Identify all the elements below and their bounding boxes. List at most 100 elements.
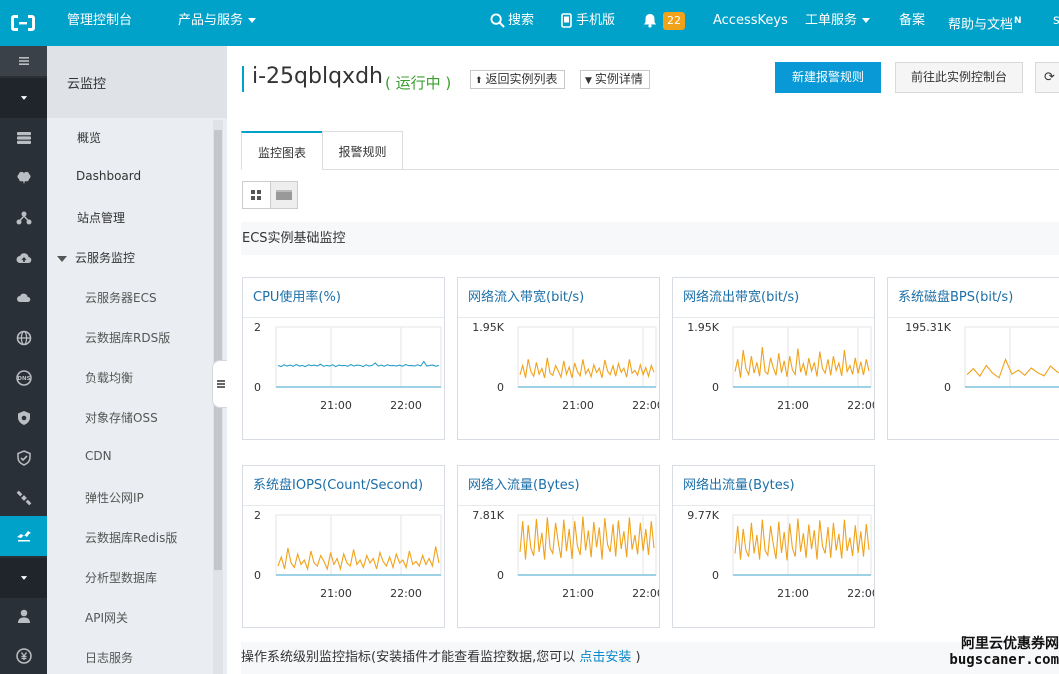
- chart-card-net-in-bw[interactable]: 网络流入带宽(bit/s) 1.95K 0 21:00 22:00: [457, 277, 660, 440]
- notifications-button[interactable]: 22: [643, 0, 685, 46]
- tab-alarm-rules[interactable]: 报警规则: [322, 131, 403, 170]
- yuan-icon[interactable]: [0, 636, 47, 674]
- chevron-down-icon: [862, 18, 871, 23]
- sidebar-item-log-service[interactable]: 日志服务: [85, 649, 133, 666]
- chart-card-disk-iops[interactable]: 系统盘IOPS(Count/Second) 2 0 21:00 22:00: [242, 465, 445, 628]
- sidebar-item-site-management[interactable]: 站点管理: [77, 209, 125, 226]
- shield-icon[interactable]: [0, 398, 47, 438]
- sidebar-item-ecs[interactable]: 云服务器ECS: [85, 289, 157, 306]
- sidebar-collapse-handle[interactable]: [212, 360, 228, 408]
- sidebar-item-redis[interactable]: 云数据库Redis版: [85, 529, 177, 546]
- watermark: 阿里云优惠券网 bugscaner.com: [934, 636, 1059, 668]
- expand-icon[interactable]: [0, 558, 47, 598]
- sidebar-item-eip[interactable]: 弹性公网IP: [85, 489, 144, 506]
- icon-rail: DNS: [0, 46, 47, 674]
- filing-link[interactable]: 备案: [899, 0, 925, 46]
- line-chart: 9.77K 0 21:00 22:00: [687, 509, 874, 600]
- y-tick-label-max: 9.77K: [687, 509, 719, 522]
- y-tick-label-max: 1.95K: [687, 321, 719, 334]
- plot-frame: [275, 514, 442, 576]
- network-icon[interactable]: [0, 198, 47, 238]
- sidebar-item-overview[interactable]: 概览: [77, 129, 101, 146]
- aliyun-logo[interactable]: [0, 0, 46, 46]
- series-line: [519, 516, 655, 560]
- back-to-list-button[interactable]: ⬆ 返回实例列表: [470, 70, 565, 89]
- sidebar-item-dashboard[interactable]: Dashboard: [76, 169, 141, 183]
- menu-icon[interactable]: [0, 46, 47, 76]
- cloud-icon[interactable]: [0, 278, 47, 318]
- user-icon[interactable]: [0, 596, 47, 636]
- chart-card-net-out-bw[interactable]: 网络流出带宽(bit/s) 1.95K 0 21:00 22:00: [672, 277, 875, 440]
- new-alarm-rule-button[interactable]: 新建报警规则: [775, 62, 881, 93]
- sidebar-item-analyticdb[interactable]: 分析型数据库: [85, 569, 157, 586]
- series-line: [734, 518, 870, 561]
- security-check-icon[interactable]: [0, 438, 47, 478]
- y-tick-label-min: 0: [254, 569, 261, 582]
- sidebar-scrollbar-thumb[interactable]: [214, 130, 222, 570]
- sidebar-item-slb[interactable]: 负载均衡: [85, 369, 133, 386]
- watermark-line1: 阿里云优惠券网: [961, 636, 1059, 652]
- chart-title: 系统盘IOPS(Count/Second): [243, 466, 444, 506]
- mobile-link[interactable]: 手机版: [561, 0, 615, 46]
- cloud-upload-icon[interactable]: [0, 238, 47, 278]
- chart-card-net-in-bytes[interactable]: 网络入流量(Bytes) 7.81K 0 21:00 22:00: [457, 465, 660, 628]
- sidebar-group-cloud-services[interactable]: 云服务监控: [57, 249, 135, 266]
- satellite-icon[interactable]: [0, 478, 47, 518]
- title-accent-bar: [242, 66, 244, 92]
- user-menu-cut[interactable]: s: [1053, 0, 1059, 46]
- chart-card-disk-bps[interactable]: 系统磁盘BPS(bit/s)195.31K02: [887, 277, 1059, 440]
- sidebar-item-api-gateway[interactable]: API网关: [85, 609, 128, 626]
- collapse-icon[interactable]: [0, 78, 47, 118]
- help-docs-link[interactable]: 帮助与文档N: [948, 0, 1022, 46]
- install-plugin-link[interactable]: 点击安装: [579, 650, 631, 665]
- monitor-icon[interactable]: [0, 516, 47, 556]
- back-to-list-label: 返回实例列表: [485, 72, 558, 86]
- series-line: [519, 357, 655, 380]
- sidebar-item-rds[interactable]: 云数据库RDS版: [85, 329, 170, 346]
- new-badge: N: [1014, 16, 1022, 26]
- brain-icon[interactable]: [0, 158, 47, 198]
- notification-count-badge: 22: [663, 11, 685, 30]
- tickets-menu[interactable]: 工单服务: [805, 0, 871, 46]
- plot-frame: [275, 326, 442, 388]
- list-view-button[interactable]: [269, 182, 297, 208]
- x-tick-label: 22:00: [390, 587, 422, 600]
- grid-icon: [251, 190, 262, 200]
- x-tick-label: 21:00: [562, 399, 594, 412]
- line-chart: 1.95K 0 21:00 22:00: [472, 321, 659, 412]
- line-chart: 1.95K 0 21:00 22:00: [687, 321, 874, 412]
- y-tick-label-max: 2: [254, 321, 261, 334]
- x-tick-label: 21:00: [320, 399, 352, 412]
- bell-icon: [644, 14, 656, 28]
- chart-title: 系统磁盘BPS(bit/s): [888, 278, 1059, 318]
- sidebar-item-cdn[interactable]: CDN: [85, 449, 112, 463]
- globe-icon[interactable]: [0, 318, 47, 358]
- products-menu[interactable]: 产品与服务: [178, 0, 257, 46]
- console-link[interactable]: 管理控制台: [67, 0, 132, 46]
- accesskeys-link[interactable]: AccessKeys: [713, 0, 788, 46]
- instance-details-button[interactable]: ▼ 实例详情: [580, 70, 650, 89]
- y-tick-label-min: 0: [254, 381, 261, 394]
- dns-icon[interactable]: DNS: [0, 358, 47, 398]
- y-tick-label-max: 7.81K: [472, 509, 504, 522]
- server-icon[interactable]: [0, 118, 47, 158]
- y-tick-label-max: 195.31K: [905, 321, 951, 334]
- goto-instance-console-button[interactable]: 前往此实例控制台: [895, 62, 1023, 93]
- y-tick-label-min: 0: [944, 381, 951, 394]
- chart-card-cpu[interactable]: CPU使用率(%) 2 0 21:00 22:00: [242, 277, 445, 440]
- line-chart: 2 0 21:00 22:00: [254, 321, 442, 412]
- instance-status: ( 运行中 ): [385, 74, 452, 92]
- x-tick-label: 22:00: [390, 399, 422, 412]
- line-chart: 7.81K 0 21:00 22:00: [472, 509, 659, 600]
- line-chart: 2 0 21:00 22:00: [254, 509, 442, 600]
- caret-down-icon: [57, 255, 67, 262]
- grid-view-button[interactable]: [243, 182, 270, 208]
- sidebar-item-oss[interactable]: 对象存储OSS: [85, 409, 158, 426]
- y-tick-label-min: 0: [712, 569, 719, 582]
- tab-monitoring-charts[interactable]: 监控图表: [241, 131, 323, 170]
- refresh-button[interactable]: ⟳: [1035, 62, 1059, 93]
- search-button[interactable]: 搜索: [490, 0, 534, 46]
- y-tick-label-max: 1.95K: [472, 321, 504, 334]
- os-metrics-tail: ): [631, 650, 641, 665]
- chart-card-net-out-bytes[interactable]: 网络出流量(Bytes) 9.77K 0 21:00 22:00: [672, 465, 875, 628]
